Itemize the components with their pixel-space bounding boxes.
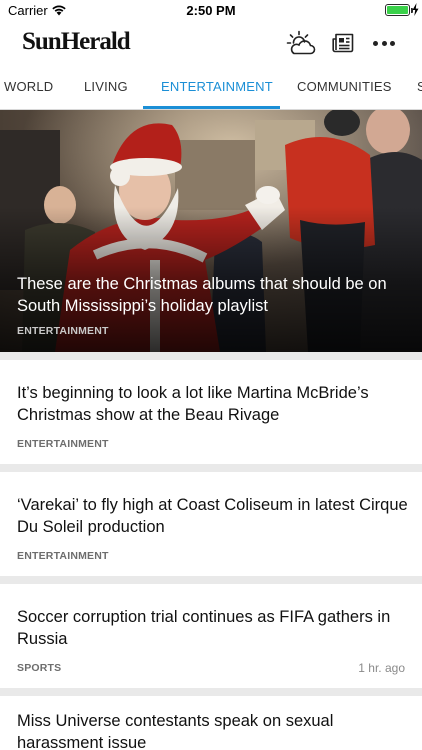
battery-icon [385, 4, 413, 16]
article-category: ENTERTAINMENT [17, 438, 109, 450]
newspaper-icon[interactable] [332, 33, 354, 53]
article-card[interactable]: Miss Universe contestants speak on sexua… [0, 696, 422, 750]
article-category: SPORTS [17, 662, 62, 674]
more-options-icon[interactable] [373, 41, 395, 47]
hero-category-label: ENTERTAINMENT [17, 325, 109, 337]
article-card[interactable]: Soccer corruption trial continues as FIF… [0, 584, 422, 688]
weather-icon[interactable] [286, 30, 316, 56]
article-headline[interactable]: Miss Universe contestants speak on sexua… [17, 710, 409, 750]
article-card[interactable]: ‘Varekai’ to fly high at Coast Coliseum … [0, 472, 422, 576]
article-headline[interactable]: ‘Varekai’ to fly high at Coast Coliseum … [17, 494, 409, 538]
app-header: SunHerald [0, 22, 422, 66]
hero-article[interactable]: These are the Christmas albums that shou… [0, 110, 422, 352]
tab-world[interactable]: WORLD [4, 66, 53, 109]
article-category: ENTERTAINMENT [17, 550, 109, 562]
charging-bolt-icon [412, 3, 419, 16]
article-timestamp: 1 hr. ago [358, 661, 405, 675]
status-time: 2:50 PM [186, 3, 236, 18]
article-card[interactable]: It’s beginning to look a lot like Martin… [0, 360, 422, 464]
status-bar: Carrier 2:50 PM [0, 0, 422, 22]
article-headline[interactable]: Soccer corruption trial continues as FIF… [17, 606, 409, 650]
tab-entertainment[interactable]: ENTERTAINMENT [161, 66, 273, 109]
tab-communities[interactable]: COMMUNITIES [297, 66, 392, 109]
hero-headline[interactable]: These are the Christmas albums that shou… [17, 273, 407, 317]
tab-living[interactable]: LIVING [84, 66, 128, 109]
tab-sports-partial[interactable]: S [417, 66, 422, 109]
section-tab-bar: WORLD LIVING ENTERTAINMENT COMMUNITIES S [0, 66, 422, 110]
article-headline[interactable]: It’s beginning to look a lot like Martin… [17, 382, 409, 426]
sunherald-logo[interactable]: SunHerald [22, 28, 131, 56]
